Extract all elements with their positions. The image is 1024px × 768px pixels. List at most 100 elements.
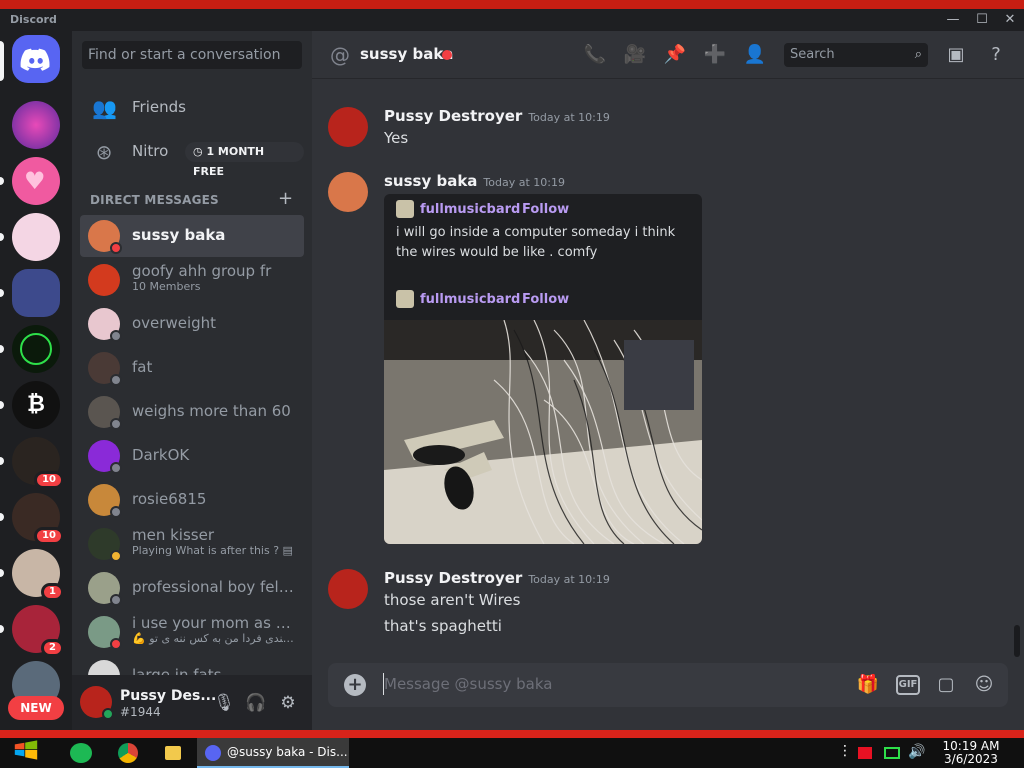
embed-user-avatar: [396, 200, 414, 218]
server-icon-trollface[interactable]: [12, 325, 60, 373]
dm-avatar-unread-3[interactable]: 1: [12, 549, 64, 601]
new-unreads-button[interactable]: NEW: [8, 696, 64, 720]
add-friend-to-dm-icon[interactable]: ➕: [703, 43, 727, 67]
message-composer: + Message @sussy baka 🎁 GIF ▢ ☺: [328, 663, 1008, 707]
embed-image[interactable]: [384, 320, 702, 544]
server-icon-cutie-club[interactable]: [12, 213, 60, 261]
dm-activity: 💪 من میخندی فردا من به کس ننه ی تو...: [132, 632, 297, 645]
user-profile-icon[interactable]: 👤: [743, 43, 767, 67]
embed-username[interactable]: fullmusicbard: [420, 202, 520, 217]
embed-follow-link[interactable]: Follow: [522, 292, 569, 307]
nav-nitro[interactable]: ⊛ Nitro ◷ 1 MONTH FREE: [80, 131, 304, 178]
emoji-picker-icon[interactable]: ☺: [972, 673, 996, 697]
status-offline-icon: [110, 330, 122, 342]
unread-indicator: [0, 457, 4, 465]
gif-picker-button[interactable]: GIF: [896, 675, 920, 695]
tumblr-embed[interactable]: fullmusicbard Follow i will go inside a …: [384, 194, 702, 544]
clock-icon: ◷: [193, 145, 207, 158]
network-icon[interactable]: [884, 747, 900, 759]
tray-overflow-icon[interactable]: ⋮: [838, 743, 852, 767]
unread-indicator: [0, 233, 4, 241]
desktop-background-strip: [0, 730, 1024, 738]
server-list: ♥ ₿ 10 10 1 2 NEW: [0, 31, 72, 730]
message-avatar[interactable]: [328, 107, 368, 147]
dm-item[interactable]: DarkOK: [80, 435, 304, 477]
chat-recipient-name[interactable]: sussy baka: [360, 45, 453, 63]
unread-indicator: [0, 569, 4, 577]
embed-username[interactable]: fullmusicbard: [420, 292, 520, 307]
help-icon[interactable]: ?: [984, 43, 1008, 67]
create-dm-button[interactable]: +: [278, 188, 293, 209]
dm-item[interactable]: weighs more than 60: [80, 391, 304, 433]
headphones-icon[interactable]: 🎧: [244, 691, 268, 715]
clock-date: 3/6/2023: [944, 752, 998, 766]
chrome-icon[interactable]: [118, 743, 138, 763]
unread-badge: 2: [41, 639, 64, 657]
status-dnd-icon: [110, 242, 122, 254]
desktop-background-strip: [0, 0, 1024, 9]
status-online-icon: [102, 708, 114, 720]
dm-avatar-unread-1[interactable]: 10: [12, 437, 64, 489]
voice-call-icon[interactable]: 📞: [583, 43, 607, 67]
video-call-icon[interactable]: 🎥: [623, 43, 647, 67]
server-icon-bitcoin[interactable]: ₿: [12, 381, 60, 429]
current-username[interactable]: Pussy Des...: [120, 688, 216, 704]
microphone-icon[interactable]: 🎙: [212, 691, 236, 715]
volume-icon[interactable]: 🔊: [908, 744, 925, 768]
dm-item[interactable]: fat: [80, 347, 304, 389]
windows-taskbar: @sussy baka - Dis... ⋮ 🔊 10:19 AM 3/6/20…: [0, 738, 1024, 768]
message-input[interactable]: Message @sussy baka: [384, 675, 552, 693]
dm-item[interactable]: overweight: [80, 303, 304, 345]
close-button[interactable]: ✕: [1001, 12, 1019, 28]
author-name[interactable]: sussy baka: [384, 172, 477, 190]
dm-avatar-unread-4[interactable]: 2: [12, 605, 64, 657]
unread-indicator: [0, 401, 4, 409]
nav-nitro-label: Nitro: [132, 142, 169, 160]
search-input[interactable]: Search ⌕: [784, 43, 928, 67]
nitro-offer-badge: ◷ 1 MONTH FREE: [185, 142, 304, 178]
gift-icon[interactable]: 🎁: [856, 673, 880, 697]
home-button[interactable]: [12, 35, 60, 83]
dm-item[interactable]: men kisser Playing What is after this ? …: [80, 523, 304, 565]
maximize-button[interactable]: ☐: [973, 12, 991, 28]
dm-avatar-unread-2[interactable]: 10: [12, 493, 64, 545]
sticker-icon[interactable]: ▢: [934, 673, 958, 697]
dm-name: goofy ahh group fr: [132, 262, 272, 280]
find-conversation-button[interactable]: Find or start a conversation: [82, 41, 302, 69]
embed-follow-link[interactable]: Follow: [522, 202, 569, 217]
message-author[interactable]: sussy baka Today at 10:19: [384, 172, 565, 190]
dm-item[interactable]: professional boy fella...: [80, 567, 304, 609]
taskbar-discord-window[interactable]: @sussy baka - Dis...: [197, 738, 349, 768]
dm-activity: Playing What is after this ? ▤: [132, 544, 293, 557]
dm-item[interactable]: sussy baka: [80, 215, 304, 257]
nitro-icon: ⊛: [95, 140, 113, 164]
message-avatar[interactable]: [328, 172, 368, 212]
unread-badge: 1: [41, 583, 64, 601]
server-icon-heart[interactable]: ♥: [12, 157, 60, 205]
spotify-icon[interactable]: [70, 743, 92, 763]
nav-friends[interactable]: 👥 Friends: [80, 87, 304, 129]
chat-scrollbar[interactable]: [1014, 625, 1020, 657]
file-explorer-icon[interactable]: [165, 746, 181, 760]
server-icon-kawaii[interactable]: [12, 101, 60, 149]
message-author[interactable]: Pussy Destroyer Today at 10:19: [384, 569, 610, 587]
message-avatar[interactable]: [328, 569, 368, 609]
minimize-button[interactable]: —: [944, 12, 962, 28]
settings-gear-icon[interactable]: ⚙: [276, 691, 300, 715]
author-name[interactable]: Pussy Destroyer: [384, 107, 522, 125]
dm-item[interactable]: rosie6815: [80, 479, 304, 521]
upload-plus-icon[interactable]: +: [344, 674, 366, 696]
dm-item[interactable]: i use your mom as a c... 💪 من میخندی فرد…: [80, 611, 304, 653]
pinned-messages-icon[interactable]: 📌: [663, 43, 687, 67]
search-placeholder: Search: [790, 47, 835, 62]
server-icon-folder[interactable]: [12, 269, 60, 317]
inbox-icon[interactable]: ▣: [944, 43, 968, 67]
author-name[interactable]: Pussy Destroyer: [384, 569, 522, 587]
unread-indicator: [0, 177, 4, 185]
taskbar-clock[interactable]: 10:19 AM 3/6/2023: [936, 740, 1006, 766]
action-center-flag-icon[interactable]: [858, 747, 872, 759]
windows-start-icon[interactable]: [10, 738, 42, 762]
dm-item[interactable]: goofy ahh group fr 10 Members: [80, 259, 304, 301]
status-offline-icon: [110, 374, 122, 386]
message-author[interactable]: Pussy Destroyer Today at 10:19: [384, 107, 610, 125]
